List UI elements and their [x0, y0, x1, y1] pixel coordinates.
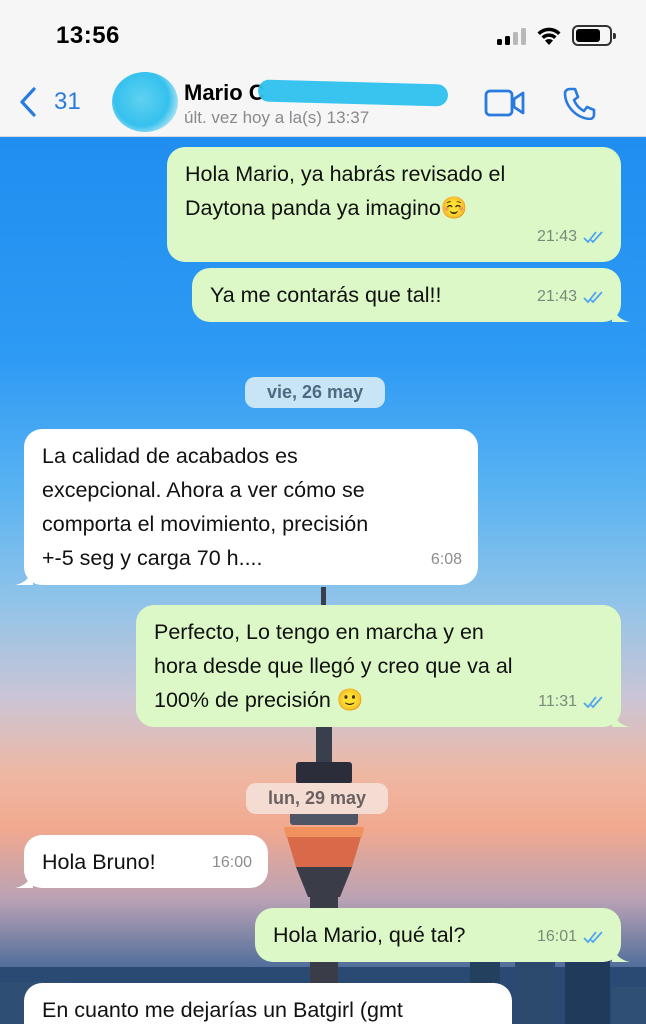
status-time: 13:56 [56, 22, 120, 49]
status-bar: 13:56 [0, 0, 646, 70]
bubble-tail [612, 304, 630, 322]
message-text: Hola Mario, ya habrás revisado el Dayton… [185, 162, 506, 220]
message-bubble-incoming[interactable]: Hola Bruno! 16:00 [15, 835, 268, 888]
message-bubble-outgoing[interactable]: Ya me contarás que tal!! 21:43 [192, 268, 630, 322]
wifi-icon [537, 27, 561, 45]
message-time: 16:01 [536, 928, 577, 945]
cellular-signal-icon [497, 28, 527, 45]
message-text: La calidad de acabados es excepcional. A… [42, 444, 369, 570]
double-check-icon [583, 696, 603, 709]
phone-icon[interactable] [562, 86, 596, 120]
message-meta: 16:01 [537, 920, 607, 954]
double-check-icon [583, 291, 603, 304]
message-time: 21:43 [536, 228, 577, 245]
chevron-left-icon [20, 87, 36, 117]
message-meta: 21:43 [537, 220, 607, 254]
message-time: 21:43 [536, 288, 577, 305]
message-time: 6:08 [430, 551, 462, 568]
message-bubble-outgoing[interactable]: Hola Mario, qué tal? 16:01 [255, 908, 630, 962]
message-meta: 16:00 [212, 846, 252, 880]
avatar[interactable] [112, 72, 178, 132]
bubble-tail [15, 870, 33, 888]
battery-icon [572, 25, 616, 46]
double-check-icon [583, 931, 603, 944]
message-bubble-incoming[interactable]: En cuanto me dejarías un Batgirl (gmt [24, 983, 512, 1024]
contact-name[interactable]: Mario C [184, 80, 265, 106]
message-meta: 11:31 [538, 685, 607, 719]
message-time: 16:00 [211, 854, 252, 871]
bubble-tail [612, 709, 630, 727]
back-button[interactable]: 31 [18, 86, 81, 118]
date-separator: lun, 29 may [246, 783, 389, 814]
message-meta: 6:08 [431, 543, 462, 577]
unread-count: 31 [54, 88, 81, 115]
message-bubble-incoming[interactable]: La calidad de acabados es excepcional. A… [15, 429, 478, 585]
double-check-icon [583, 231, 603, 244]
date-separator: vie, 26 may [245, 377, 386, 408]
message-bubble-outgoing[interactable]: Hola Mario, ya habrás revisado el Dayton… [167, 147, 621, 262]
bubble-tail [15, 567, 33, 585]
video-call-icon[interactable] [484, 88, 526, 118]
message-text: En cuanto me dejarías un Batgirl (gmt [42, 998, 403, 1022]
message-meta: 21:43 [537, 280, 607, 314]
message-time: 11:31 [538, 693, 577, 710]
message-bubble-outgoing[interactable]: Perfecto, Lo tengo en marcha y en hora d… [136, 605, 630, 727]
bubble-tail [612, 944, 630, 962]
last-seen-status: últ. vez hoy a la(s) 13:37 [184, 108, 370, 127]
message-text: Perfecto, Lo tengo en marcha y en hora d… [154, 620, 513, 712]
chat-header: 31 Mario C últ. vez hoy a la(s) 13:37 [0, 70, 646, 137]
redaction-mark [257, 79, 449, 107]
